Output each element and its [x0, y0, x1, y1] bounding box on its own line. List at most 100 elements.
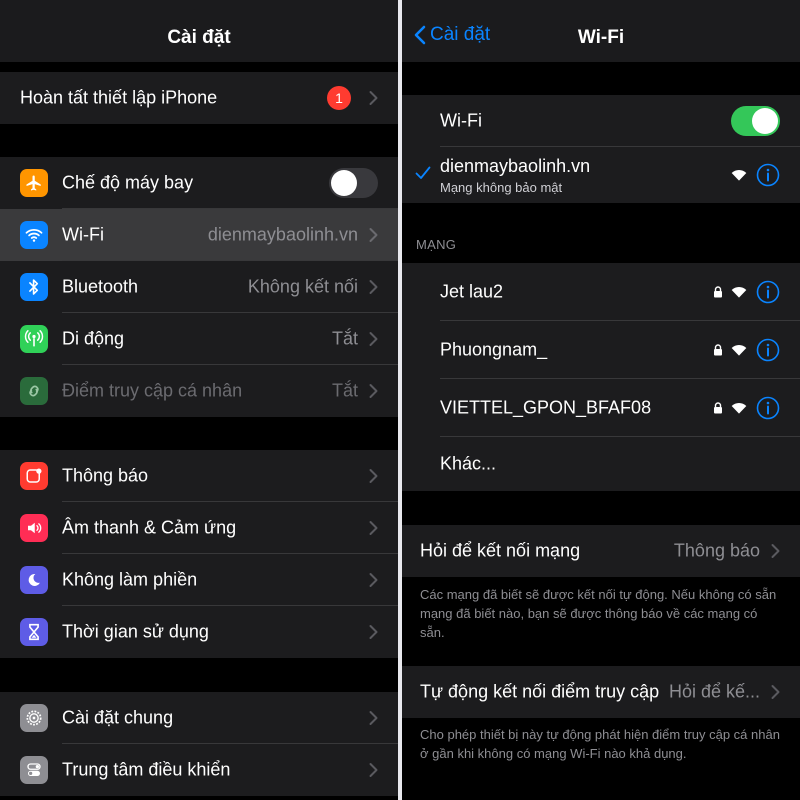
- lock-icon: [713, 344, 723, 356]
- notification-badge: 1: [327, 86, 351, 110]
- chevron-right-icon: [369, 280, 378, 295]
- other-network-label: Khác...: [440, 453, 497, 474]
- wifi-signal-icon: [731, 402, 747, 415]
- control-center-label: Trung tâm điều khiển: [62, 759, 231, 780]
- page-title: Cài đặt: [167, 27, 231, 48]
- chevron-right-icon: [369, 384, 378, 399]
- ask-join-group: Hỏi để kết nối mạng Thông báo: [402, 525, 800, 577]
- sidebar-item-do-not-disturb[interactable]: Không làm phiền: [0, 554, 398, 606]
- sidebar-item-wifi[interactable]: Wi-Fi dienmaybaolinh.vn: [0, 209, 398, 261]
- wifi-signal-icon: [731, 344, 747, 357]
- sidebar-item-control-center[interactable]: Trung tâm điều khiển: [0, 744, 398, 796]
- airplane-icon: [20, 169, 48, 197]
- airplane-mode-toggle[interactable]: [329, 168, 378, 198]
- sidebar-item-bluetooth[interactable]: Bluetooth Không kết nối: [0, 261, 398, 313]
- cellular-label: Di động: [62, 328, 125, 349]
- general-group: Cài đặt chung Trung tâm điều khiển: [0, 692, 398, 796]
- chevron-right-icon: [771, 685, 780, 700]
- networks-section-header: MẠNG: [416, 237, 457, 252]
- bluetooth-label: Bluetooth: [62, 276, 139, 297]
- auto-join-value: Hỏi để kế...: [668, 681, 760, 702]
- settings-navbar: Cài đặt: [0, 0, 398, 62]
- wifi-value: dienmaybaolinh.vn: [207, 224, 358, 245]
- chevron-right-icon: [369, 763, 378, 778]
- chevron-right-icon: [369, 625, 378, 640]
- wifi-icon: [20, 221, 48, 249]
- ask-join-label: Hỏi để kết nối mạng: [420, 540, 581, 561]
- chevron-right-icon: [369, 711, 378, 726]
- notifications-group: Thông báo Âm thanh & Cảm ứng Không làm p…: [0, 450, 398, 658]
- page-title: Wi-Fi: [577, 27, 625, 48]
- network-name: VIETTEL_GPON_BFAF08: [440, 397, 652, 418]
- speaker-icon: [20, 514, 48, 542]
- do-not-disturb-label: Không làm phiền: [62, 569, 198, 590]
- connected-network-name: dienmaybaolinh.vn: [440, 156, 591, 176]
- info-icon[interactable]: [756, 396, 780, 420]
- network-row[interactable]: Jet lau2: [402, 263, 800, 321]
- hotspot-icon: [20, 377, 48, 405]
- notifications-label: Thông báo: [62, 465, 149, 486]
- sounds-label: Âm thanh & Cảm ứng: [62, 517, 237, 538]
- wifi-signal-icon: [731, 169, 747, 182]
- ask-join-row[interactable]: Hỏi để kết nối mạng Thông báo: [402, 525, 800, 577]
- sidebar-item-hotspot[interactable]: Điểm truy cập cá nhân Tắt: [0, 365, 398, 417]
- sidebar-item-sounds[interactable]: Âm thanh & Cảm ứng: [0, 502, 398, 554]
- wifi-toggle[interactable]: [731, 106, 780, 136]
- auto-join-group: Tự động kết nối điểm truy cập Hỏi để kế.…: [402, 666, 800, 718]
- auto-join-footer: Cho phép thiết bị này tự động phát hiện …: [420, 727, 780, 761]
- wifi-toggle-label: Wi-Fi: [440, 110, 482, 131]
- chevron-right-icon: [369, 573, 378, 588]
- hotspot-label: Điểm truy cập cá nhân: [62, 380, 243, 401]
- ask-join-footer: Các mạng đã biết sẽ được kết nối tự động…: [420, 587, 777, 640]
- hotspot-value: Tắt: [331, 380, 358, 401]
- network-row[interactable]: Phuongnam_: [402, 321, 800, 379]
- lock-icon: [713, 286, 723, 298]
- info-icon[interactable]: [756, 163, 780, 187]
- antenna-icon: [20, 325, 48, 353]
- auto-join-row[interactable]: Tự động kết nối điểm truy cập Hỏi để kế.…: [402, 666, 800, 718]
- network-row[interactable]: VIETTEL_GPON_BFAF08: [402, 379, 800, 437]
- finish-setup-row[interactable]: Hoàn tất thiết lập iPhone 1: [0, 72, 398, 124]
- sidebar-item-general[interactable]: Cài đặt chung: [0, 692, 398, 744]
- chevron-right-icon: [369, 228, 378, 243]
- wifi-panel: Cài đặt Wi-Fi Wi-Fi dienmaybaolinh.vn Mạ…: [402, 0, 800, 800]
- wifi-signal-icon: [731, 286, 747, 299]
- sidebar-item-screen-time[interactable]: Thời gian sử dụng: [0, 606, 398, 658]
- auto-join-label: Tự động kết nối điểm truy cập: [420, 681, 660, 702]
- airplane-mode-label: Chế độ máy bay: [62, 172, 194, 193]
- bluetooth-value: Không kết nối: [247, 276, 358, 297]
- chevron-right-icon: [369, 332, 378, 347]
- airplane-mode-row[interactable]: Chế độ máy bay: [0, 157, 398, 209]
- other-network-row[interactable]: Khác...: [402, 437, 800, 491]
- info-icon[interactable]: [756, 280, 780, 304]
- bluetooth-icon: [20, 273, 48, 301]
- network-name: Phuongnam_: [440, 339, 548, 360]
- switches-icon: [20, 756, 48, 784]
- finish-setup-group: Hoàn tất thiết lập iPhone 1: [0, 72, 398, 124]
- chevron-right-icon: [369, 91, 378, 106]
- connected-network-subtitle: Mạng không bảo mật: [440, 180, 563, 195]
- chevron-right-icon: [771, 544, 780, 559]
- cellular-value: Tắt: [331, 328, 358, 349]
- wifi-label: Wi-Fi: [62, 224, 104, 245]
- sidebar-item-notifications[interactable]: Thông báo: [0, 450, 398, 502]
- ask-join-value: Thông báo: [673, 540, 760, 561]
- wifi-toggle-row: Wi-Fi: [402, 95, 800, 147]
- general-label: Cài đặt chung: [62, 707, 174, 728]
- settings-panel: Cài đặt Hoàn tất thiết lập iPhone 1 Chế …: [0, 0, 398, 800]
- hourglass-icon: [20, 618, 48, 646]
- notification-icon: [20, 462, 48, 490]
- sidebar-item-cellular[interactable]: Di động Tắt: [0, 313, 398, 365]
- screen-time-label: Thời gian sử dụng: [62, 621, 209, 642]
- wifi-navbar: Cài đặt Wi-Fi: [402, 0, 800, 62]
- chevron-right-icon: [369, 469, 378, 484]
- info-icon[interactable]: [756, 338, 780, 362]
- checkmark-icon: [415, 166, 431, 185]
- connectivity-group: Chế độ máy bay Wi-Fi dienmaybaolinh.vn B…: [0, 157, 398, 417]
- finish-setup-label: Hoàn tất thiết lập iPhone: [20, 87, 218, 108]
- wifi-main-group: Wi-Fi dienmaybaolinh.vn Mạng không bảo m…: [402, 95, 800, 203]
- networks-group: Jet lau2 Phuongnam_ VIETTEL_GPON_BFAF08 …: [402, 263, 800, 491]
- gear-icon: [20, 704, 48, 732]
- chevron-right-icon: [369, 521, 378, 536]
- connected-network-row[interactable]: dienmaybaolinh.vn Mạng không bảo mật: [402, 147, 800, 203]
